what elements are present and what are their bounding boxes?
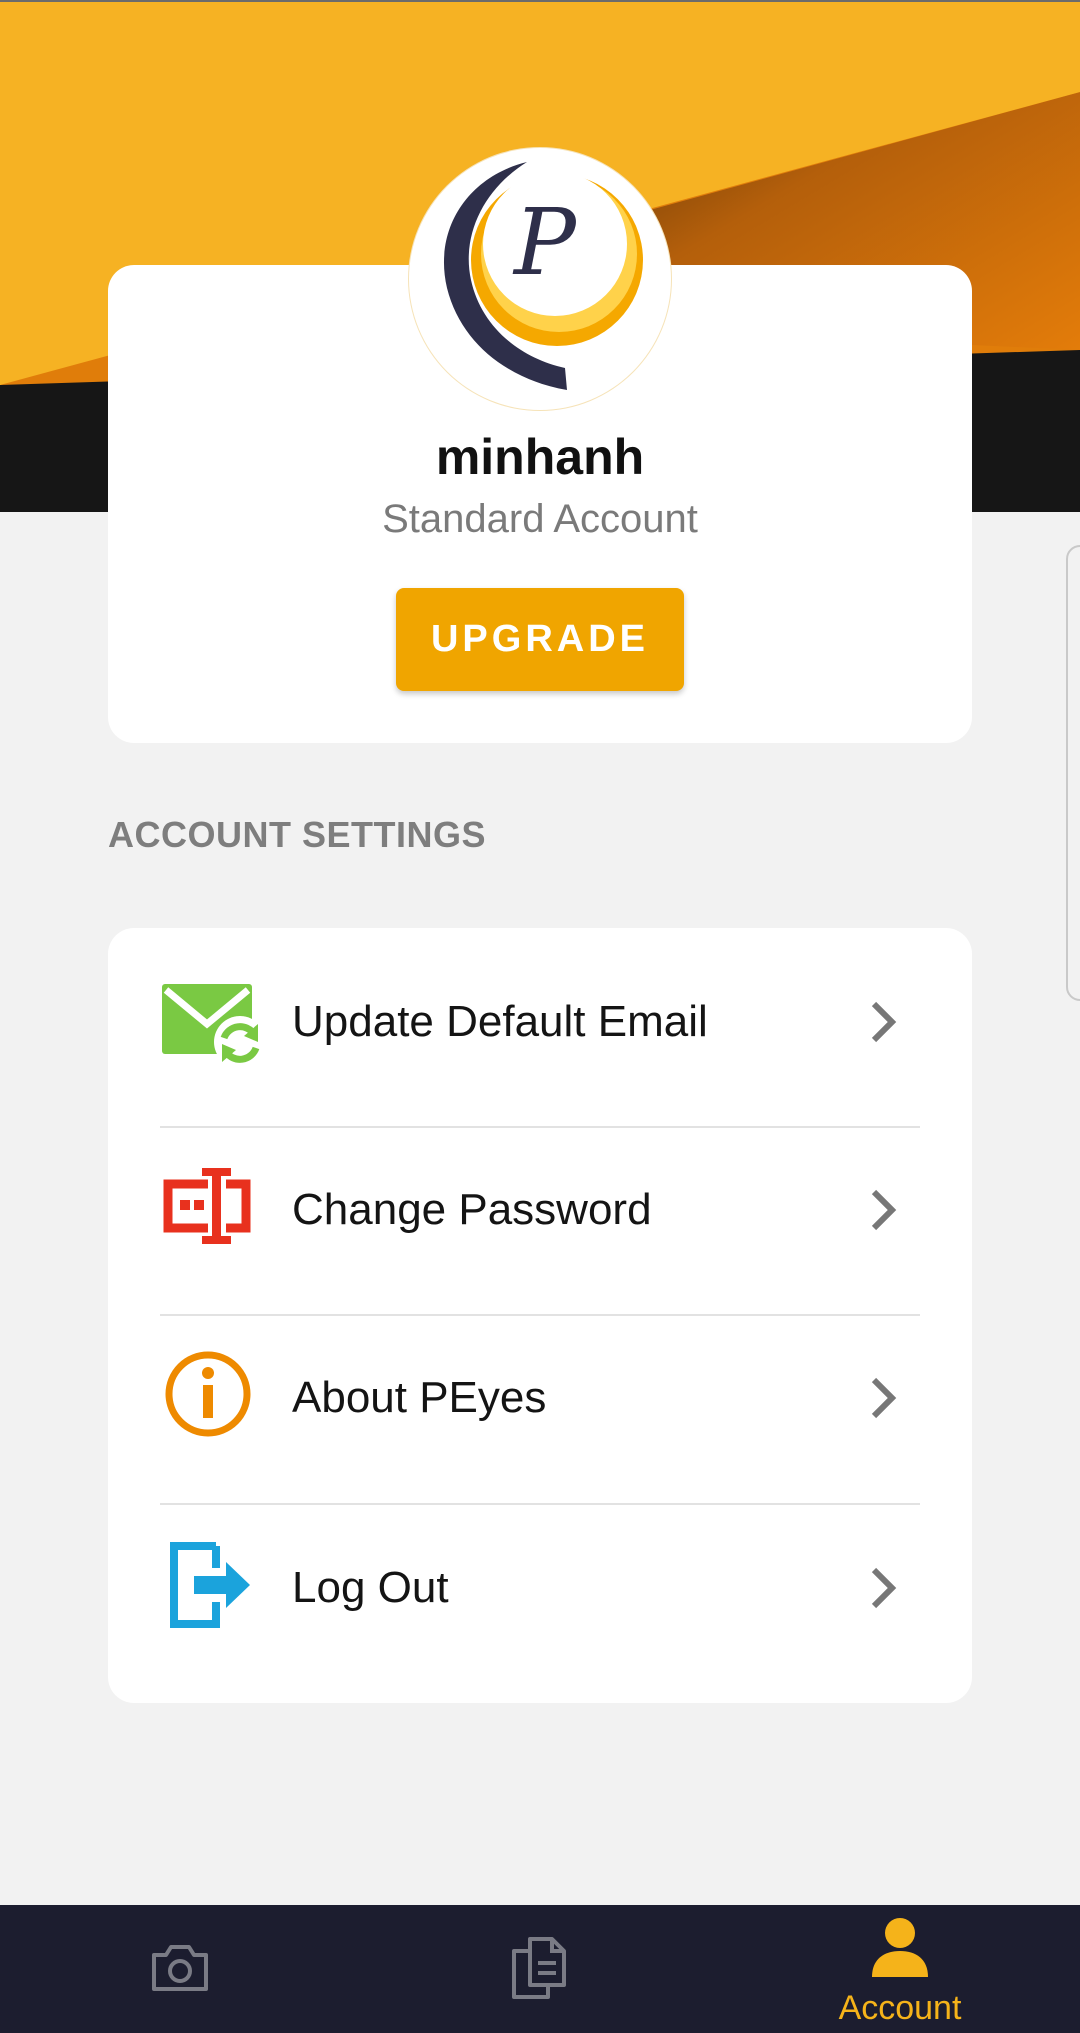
- nav-tab-account[interactable]: Account: [720, 1905, 1080, 2033]
- documents-icon: [512, 1937, 566, 1999]
- avatar: P: [409, 148, 671, 410]
- settings-item-label: Change Password: [292, 1185, 652, 1234]
- nav-tab-camera[interactable]: [0, 1905, 360, 2033]
- settings-item-label: Log Out: [292, 1563, 449, 1612]
- username: minhanh: [435, 429, 645, 485]
- settings-item-change-password[interactable]: Change Password: [160, 1116, 920, 1304]
- password-field-icon: [163, 1168, 251, 1244]
- section-heading-account-settings: ACCOUNT SETTINGS: [108, 814, 487, 855]
- settings-card: Update Default Email Change Password Abo…: [108, 928, 972, 1703]
- settings-item-update-email[interactable]: Update Default Email: [160, 928, 920, 1116]
- chevron-right-icon: [871, 1189, 897, 1231]
- settings-item-label: About PEyes: [292, 1373, 547, 1422]
- email-sync-icon: [162, 984, 266, 1068]
- nav-label: Account: [838, 1989, 962, 2027]
- status-line: [0, 0, 1080, 2]
- side-drawer-handle[interactable]: [1066, 545, 1080, 1001]
- logout-icon: [170, 1542, 250, 1628]
- chevron-right-icon: [871, 1567, 897, 1609]
- chevron-right-icon: [871, 1001, 897, 1043]
- settings-item-logout[interactable]: Log Out: [160, 1494, 920, 1682]
- account-icon: [872, 1918, 928, 1977]
- settings-item-about[interactable]: About PEyes: [160, 1304, 920, 1492]
- app-logo-icon: P: [443, 162, 643, 390]
- upgrade-button[interactable]: UPGRADE: [396, 588, 684, 691]
- nav-tab-documents[interactable]: [360, 1905, 720, 2033]
- account-type: Standard Account: [382, 497, 698, 541]
- settings-item-label: Update Default Email: [292, 997, 708, 1046]
- svg-text:P: P: [512, 189, 578, 296]
- info-icon: [165, 1351, 251, 1437]
- chevron-right-icon: [871, 1377, 897, 1419]
- bottom-navigation: Account: [0, 1905, 1080, 2033]
- camera-icon: [152, 1945, 208, 1991]
